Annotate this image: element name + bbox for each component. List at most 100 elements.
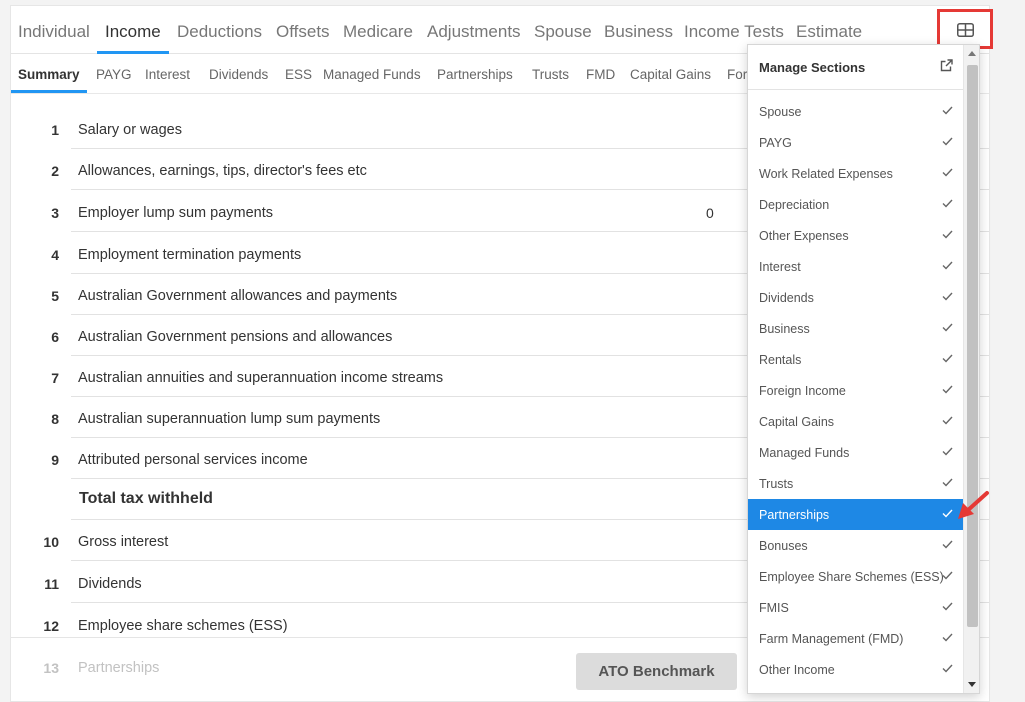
row-number: 3 [51,205,59,221]
section-item-label: PAYG [759,136,792,150]
check-icon[interactable] [942,385,953,394]
check-icon[interactable] [942,416,953,425]
check-icon[interactable] [942,106,953,115]
section-item[interactable]: FMIS [748,592,963,623]
section-item[interactable]: Depreciation [748,189,963,220]
section-item[interactable]: Capital Gains [748,406,963,437]
subtab-fmd[interactable]: FMD [586,67,615,82]
section-item[interactable]: Business [748,313,963,344]
section-item[interactable]: Interest [748,251,963,282]
section-item-label: FMIS [759,601,789,615]
section-item[interactable]: Farm Management (FMD) [748,623,963,654]
subtab-trusts[interactable]: Trusts [532,67,569,82]
row-label: Dividends [78,576,142,592]
row-number: 5 [51,288,59,304]
tab-income-tests[interactable]: Income Tests [684,22,784,42]
section-item[interactable]: Managed Funds [748,437,963,468]
section-item[interactable]: Other Expenses [748,220,963,251]
check-icon[interactable] [942,602,953,611]
check-icon[interactable] [942,137,953,146]
section-item[interactable]: Bonuses [748,530,963,561]
tab-income[interactable]: Income [97,22,169,54]
section-item-label: Other Expenses [759,229,849,243]
check-icon[interactable] [942,354,953,363]
subtab-partnerships[interactable]: Partnerships [437,67,513,82]
tab-business[interactable]: Business [604,22,673,42]
tab-spouse[interactable]: Spouse [534,22,592,42]
section-item[interactable]: PAYG [748,127,963,158]
row-label: Salary or wages [78,122,182,138]
tab-medicare[interactable]: Medicare [343,22,413,42]
subtab-foreign[interactable]: For [727,67,747,82]
tab-individual[interactable]: Individual [18,22,90,42]
row-number: 6 [51,329,59,345]
section-item[interactable]: Other Income [748,654,963,685]
section-item-label: Foreign Income [759,384,846,398]
section-item[interactable]: Work Related Expenses [748,158,963,189]
tab-estimate[interactable]: Estimate [796,22,862,42]
section-item-label: Employee Share Schemes (ESS) [759,570,944,584]
row-label: Australian annuities and superannuation … [78,370,444,386]
check-icon[interactable] [942,261,953,270]
subtab-managed-funds[interactable]: Managed Funds [323,67,421,82]
section-item-label: Capital Gains [759,415,835,429]
red-arrow-annotation [958,491,989,519]
check-icon[interactable] [942,571,953,580]
check-icon[interactable] [942,664,953,673]
dropdown-header: Manage Sections [748,45,979,90]
check-icon[interactable] [942,168,953,177]
section-item[interactable]: Foreign Income [748,375,963,406]
section-item[interactable]: Trusts [748,468,963,499]
row-label: Employer lump sum payments [78,205,274,221]
subtab-payg[interactable]: PAYG [96,67,132,82]
check-icon[interactable] [942,230,953,239]
ato-benchmark-button[interactable]: ATO Benchmark [576,653,737,690]
section-item-label: Other Income [759,663,835,677]
check-icon[interactable] [942,633,953,642]
manage-sections-dropdown: Manage Sections Spouse PAYG Work Related E… [747,44,980,694]
subtab-summary[interactable]: Summary [11,67,87,93]
subtab-dividends[interactable]: Dividends [209,67,268,82]
section-item-label: Trusts [759,477,794,491]
section-item-label: Spouse [759,105,802,119]
row-number: 13 [43,660,59,676]
section-item-label: Farm Management (FMD) [759,632,904,646]
manage-sections-button[interactable] [937,9,993,49]
tab-adjustments[interactable]: Adjustments [427,22,521,42]
section-item-label: Business [759,322,810,336]
row-label: Australian Government allowances and pay… [78,288,398,304]
section-item[interactable]: Dividends [748,282,963,313]
row-label: Total tax withheld [79,490,213,507]
section-item-label: Depreciation [759,198,830,212]
section-item-label: Managed Funds [759,446,850,460]
section-item[interactable]: Partnerships [748,499,963,530]
dropdown-scrollbar[interactable] [963,45,979,693]
subtab-ess[interactable]: ESS [285,67,312,82]
section-item-label: Rentals [759,353,802,367]
row-label: Gross interest [78,534,169,550]
tab-offsets[interactable]: Offsets [276,22,330,42]
section-item[interactable]: Rentals [748,344,963,375]
section-item[interactable]: Employee Share Schemes (ESS) [748,561,963,592]
check-icon[interactable] [942,447,953,456]
subtab-interest[interactable]: Interest [145,67,190,82]
scroll-up-arrow-icon[interactable] [968,51,976,56]
external-link-icon[interactable] [940,59,953,77]
scroll-down-arrow-icon[interactable] [968,682,976,687]
check-icon[interactable] [942,478,953,487]
subtab-capital-gains[interactable]: Capital Gains [630,67,711,82]
tab-deductions[interactable]: Deductions [177,22,262,42]
row-label: Employee share schemes (ESS) [78,618,288,634]
row-label: Employment termination payments [78,247,302,263]
section-item[interactable]: Spouse [748,96,963,127]
check-icon[interactable] [942,323,953,332]
row-number: 9 [51,452,59,468]
scroll-thumb[interactable] [967,65,978,627]
row-label: Partnerships [78,660,160,676]
row-number: 4 [51,247,59,263]
check-icon[interactable] [942,509,953,518]
check-icon[interactable] [942,199,953,208]
check-icon[interactable] [942,292,953,301]
check-icon[interactable] [942,540,953,549]
section-item-label: Bonuses [759,539,808,553]
